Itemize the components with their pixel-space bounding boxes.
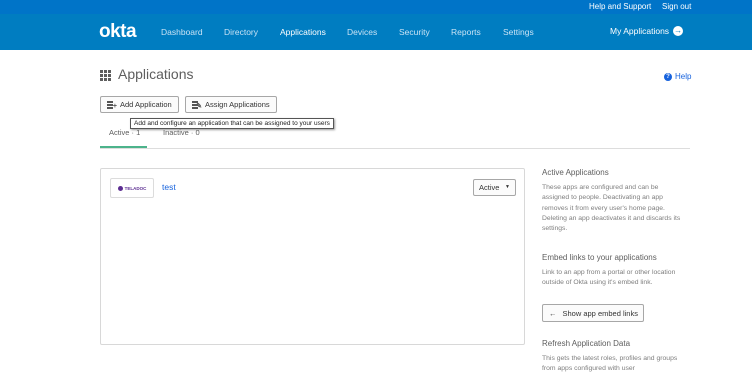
nav-applications[interactable]: Applications: [280, 27, 326, 37]
show-app-embed-links-label: Show app embed links: [562, 308, 638, 318]
tooltip: Add and configure an application that ca…: [130, 118, 334, 129]
show-app-embed-links-button[interactable]: ← Show app embed links: [542, 304, 644, 322]
app-name-link[interactable]: test: [162, 182, 176, 192]
nav-security[interactable]: Security: [399, 27, 430, 37]
add-application-button[interactable]: + Add Application: [100, 96, 179, 113]
status-dropdown[interactable]: Active ▼: [473, 179, 516, 196]
embed-links-text: Link to an app from a portal or other lo…: [542, 269, 676, 287]
nav-devices[interactable]: Devices: [347, 27, 377, 37]
nav-directory[interactable]: Directory: [224, 27, 258, 37]
assign-applications-button[interactable]: ✎ Assign Applications: [185, 96, 277, 113]
help-label: Help: [675, 72, 692, 81]
refresh-text: This gets the latest roles, profiles and…: [542, 355, 678, 373]
application-list: TELADOC test Active ▼: [100, 168, 525, 345]
arrow-left-icon: ←: [549, 308, 557, 318]
help-and-support-link[interactable]: Help and Support: [589, 2, 651, 11]
embed-links-heading: Embed links to your applications: [542, 253, 657, 262]
active-applications-heading: Active Applications: [542, 168, 609, 177]
nav-dashboard[interactable]: Dashboard: [161, 27, 203, 37]
help-icon: ?: [664, 72, 672, 81]
active-applications-section: Active Applications These apps are confi…: [542, 168, 702, 234]
main-content: Applications ? Help + Add Application ✎ …: [0, 50, 752, 390]
status-value: Active: [479, 183, 500, 192]
top-utility-bar: Help and Support Sign out: [0, 0, 752, 14]
refresh-heading: Refresh Application Data: [542, 339, 631, 348]
caret-down-icon: ▼: [505, 184, 510, 190]
main-nav: okta Dashboard Directory Applications De…: [0, 14, 752, 50]
assign-list-icon: ✎: [192, 101, 202, 110]
my-applications-link[interactable]: My Applications →: [610, 26, 684, 36]
help-link[interactable]: ? Help: [664, 72, 691, 81]
page-title: Applications: [118, 66, 194, 82]
okta-logo[interactable]: okta: [99, 21, 137, 43]
my-applications-label: My Applications: [610, 26, 670, 36]
tab-active[interactable]: Active · 1: [109, 128, 140, 137]
arrow-right-icon: →: [673, 26, 684, 36]
embed-links-section: Embed links to your applications Link to…: [542, 253, 702, 289]
grid-icon: [100, 70, 113, 81]
active-applications-text: These apps are configured and can be ass…: [542, 184, 681, 233]
nav-settings[interactable]: Settings: [503, 27, 534, 37]
add-application-label: Add Application: [120, 100, 172, 109]
add-list-icon: +: [107, 101, 117, 110]
app-logo[interactable]: TELADOC: [110, 178, 154, 198]
teladoc-logo-icon: [117, 185, 123, 191]
tabs-divider: [100, 148, 690, 149]
nav-reports[interactable]: Reports: [451, 27, 481, 37]
sign-out-link[interactable]: Sign out: [662, 2, 691, 11]
refresh-application-data-section: Refresh Application Data This gets the l…: [542, 339, 702, 375]
assign-applications-label: Assign Applications: [205, 100, 270, 109]
app-logo-text: TELADOC: [124, 185, 147, 191]
tab-inactive[interactable]: Inactive · 0: [163, 128, 200, 137]
